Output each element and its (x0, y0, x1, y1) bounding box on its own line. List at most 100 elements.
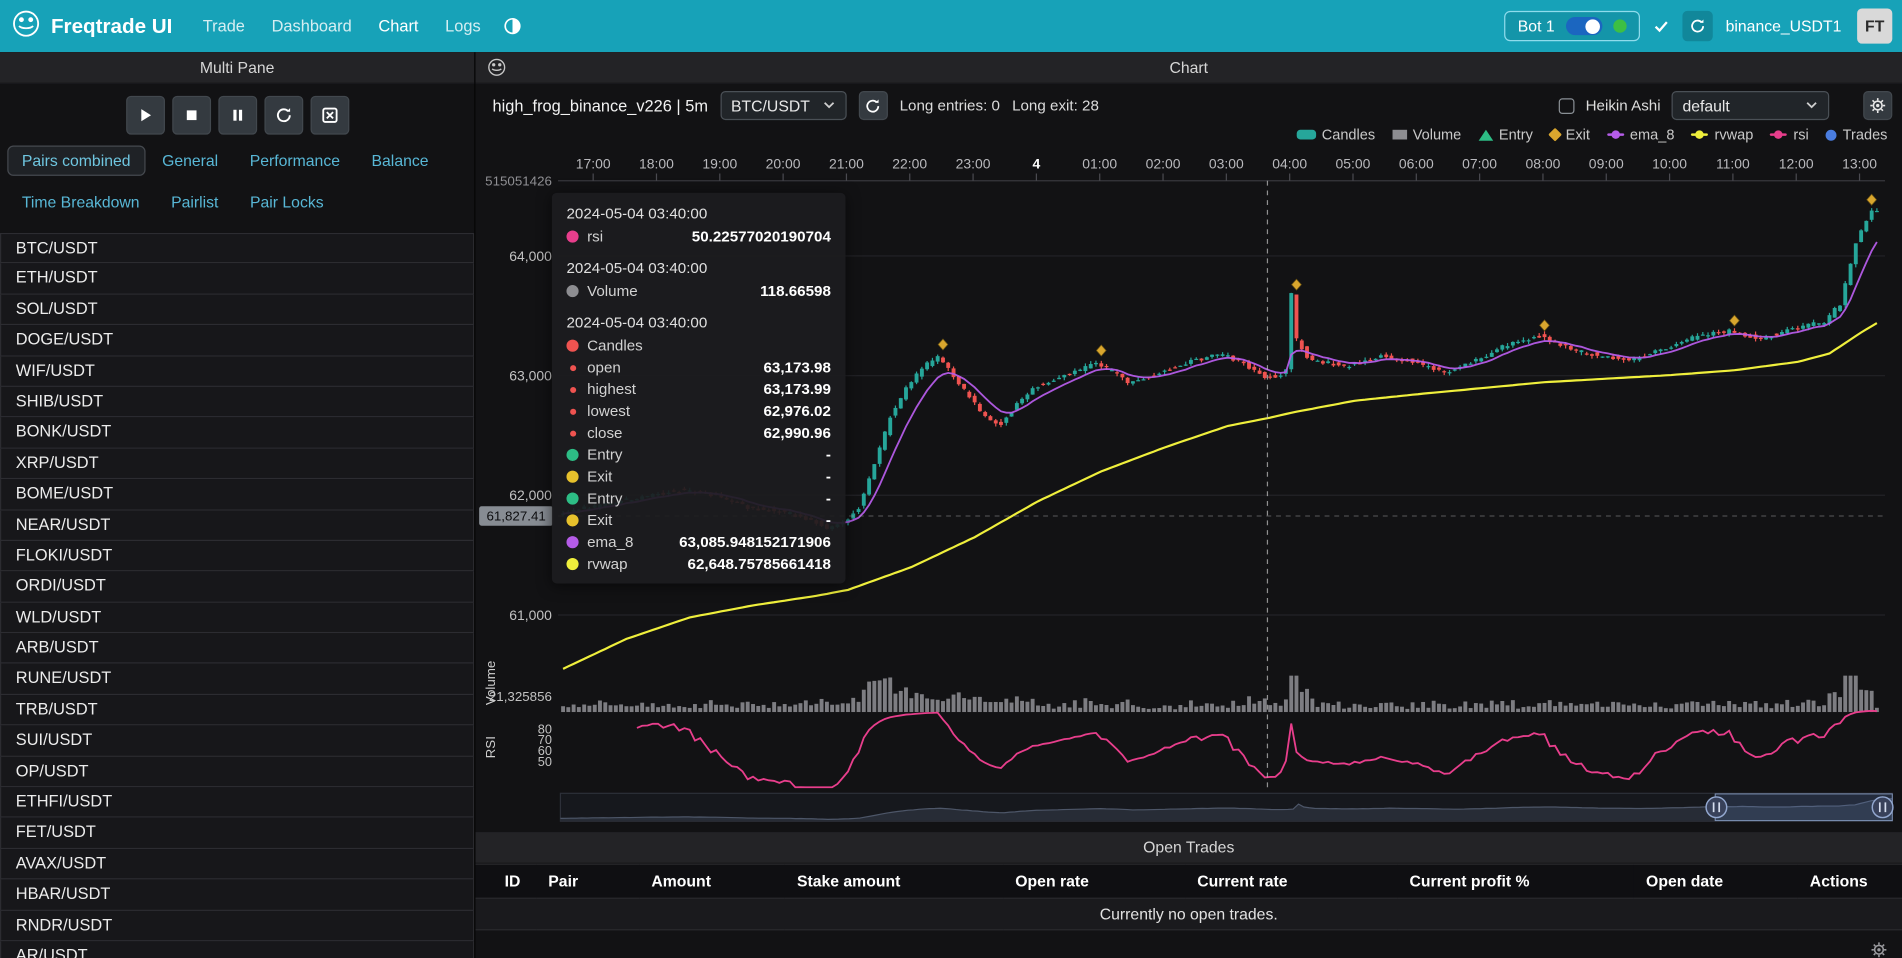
legend-item-candles[interactable]: Candles (1296, 126, 1375, 143)
tab-pairlist[interactable]: Pairlist (157, 187, 233, 217)
pair-item[interactable]: SOL/USDT (0, 294, 474, 325)
legend-item-trades[interactable]: Trades (1826, 126, 1888, 143)
bot-toggle[interactable] (1566, 17, 1602, 35)
tooltip-row: Exit- (566, 466, 830, 488)
refresh-chart-button[interactable] (858, 91, 887, 120)
legend-item-rsi[interactable]: rsi (1770, 126, 1808, 143)
pair-item[interactable]: XRP/USDT (0, 448, 474, 479)
tooltip-timestamp: 2024-05-04 03:40:00 (566, 205, 830, 222)
pair-item[interactable]: TRB/USDT (0, 695, 474, 726)
pair-item[interactable]: FLOKI/USDT (0, 541, 474, 572)
pause-button[interactable] (218, 96, 257, 135)
svg-text:61,827.41: 61,827.41 (486, 509, 545, 524)
pair-item[interactable]: WLD/USDT (0, 602, 474, 633)
long-exits-label: Long exit: 28 (1012, 97, 1099, 114)
pair-item[interactable]: BOME/USDT (0, 479, 474, 510)
pair-item[interactable]: ORDI/USDT (0, 572, 474, 603)
tab-performance[interactable]: Performance (235, 146, 354, 176)
ema_8-marker-icon (1607, 133, 1624, 135)
pair-item[interactable]: AR/USDT (0, 941, 474, 958)
play-button[interactable] (126, 96, 165, 135)
nav-link-trade[interactable]: Trade (189, 17, 258, 35)
tab-pairs-combined[interactable]: Pairs combined (7, 146, 145, 176)
pair-select[interactable]: BTC/USDT (720, 91, 846, 120)
pair-item[interactable]: BONK/USDT (0, 418, 474, 449)
pair-item[interactable]: RNDR/USDT (0, 910, 474, 941)
series-dot-icon (566, 514, 578, 526)
column-header-pair[interactable]: Pair (536, 864, 639, 898)
column-header-current-rate[interactable]: Current rate (1185, 864, 1397, 898)
pair-item[interactable]: AVAX/USDT (0, 849, 474, 880)
pair-item[interactable]: RUNE/USDT (0, 664, 474, 695)
tooltip-series-label: Exit (587, 512, 612, 529)
line-marker-dot (1775, 130, 1783, 138)
tooltip-series-label: Candles (587, 337, 643, 354)
pair-item[interactable]: SHIB/USDT (0, 387, 474, 418)
pair-item[interactable]: HBAR/USDT (0, 880, 474, 911)
pair-item[interactable]: ETH/USDT (0, 264, 474, 295)
svg-text:4: 4 (1033, 156, 1041, 172)
column-header-open-rate[interactable]: Open rate (1003, 864, 1185, 898)
reload-bot-data-button[interactable] (1682, 11, 1712, 41)
tooltip-series-label: Entry (587, 446, 622, 463)
cancel-open-orders-button[interactable] (310, 96, 349, 135)
bot-selector[interactable]: Bot 1 (1504, 11, 1639, 41)
reload-config-button[interactable] (264, 96, 303, 135)
tab-balance[interactable]: Balance (357, 146, 443, 176)
navbar-right: Bot 1 binance_USDT1 FT (1504, 8, 1892, 43)
column-header-amount[interactable]: Amount (639, 864, 785, 898)
pair-item[interactable]: DOGE/USDT (0, 325, 474, 356)
rvwap-marker-icon (1691, 133, 1708, 135)
tooltip-row: rvwap62,648.75785661418 (566, 553, 830, 575)
tooltip-series-value: 118.66598 (760, 283, 831, 300)
pair-item[interactable]: BTC/USDT (0, 233, 474, 264)
svg-text:22:00: 22:00 (892, 156, 927, 172)
column-header-current-profit-[interactable]: Current profit % (1397, 864, 1634, 898)
series-dot-icon (566, 449, 578, 461)
pair-item[interactable]: ARB/USDT (0, 633, 474, 664)
theme-toggle-icon[interactable] (494, 17, 532, 35)
stop-button[interactable] (172, 96, 211, 135)
pair-item[interactable]: NEAR/USDT (0, 510, 474, 541)
nav-link-logs[interactable]: Logs (432, 17, 494, 35)
nav-link-dashboard[interactable]: Dashboard (258, 17, 365, 35)
plot-settings-gear-button[interactable] (1863, 91, 1892, 120)
tooltip-row: rsi50.22577020190704 (566, 226, 830, 248)
tooltip-series-label: Volume (587, 283, 638, 300)
table-settings-gear-icon[interactable] (1870, 941, 1887, 958)
avatar[interactable]: FT (1857, 8, 1892, 43)
pair-item[interactable]: FET/USDT (0, 818, 474, 849)
tooltip-series-label: open (587, 359, 621, 376)
tab-time-breakdown[interactable]: Time Breakdown (7, 187, 154, 217)
svg-text:08:00: 08:00 (1526, 156, 1561, 172)
brand[interactable]: Freqtrade UI (12, 9, 172, 43)
svg-text:21,325856: 21,325856 (489, 689, 552, 704)
legend-item-exit[interactable]: Exit (1550, 126, 1590, 143)
legend-item-entry[interactable]: Entry (1478, 126, 1533, 143)
chart-frog-icon (488, 58, 506, 80)
legend-label: rsi (1793, 126, 1808, 143)
heikin-ashi-checkbox[interactable] (1559, 98, 1575, 114)
long-entries-label: Long entries: 0 (900, 97, 1000, 114)
tab-pair-locks[interactable]: Pair Locks (235, 187, 338, 217)
tooltip-series-label: close (587, 425, 622, 442)
pair-item[interactable]: SUI/USDT (0, 726, 474, 757)
pair-item[interactable]: OP/USDT (0, 756, 474, 787)
tab-general[interactable]: General (148, 146, 233, 176)
column-header-open-date[interactable]: Open date (1634, 864, 1798, 898)
column-header-id[interactable]: ID (475, 864, 536, 898)
plot-config-select[interactable]: default (1672, 91, 1830, 120)
legend-item-volume[interactable]: Volume (1392, 126, 1461, 143)
pair-item[interactable]: WIF/USDT (0, 356, 474, 387)
tooltip-series-value: 62,648.75785661418 (688, 556, 831, 573)
strategy-label: high_frog_binance_v226 | 5m (492, 96, 707, 114)
legend-item-ema_8[interactable]: ema_8 (1607, 126, 1675, 143)
tooltip-series-value: - (826, 490, 831, 507)
nav-link-chart[interactable]: Chart (365, 17, 432, 35)
column-header-actions[interactable]: Actions (1798, 864, 1902, 898)
svg-text:64,000: 64,000 (509, 248, 552, 264)
pair-item[interactable]: ETHFI/USDT (0, 787, 474, 818)
column-header-stake-amount[interactable]: Stake amount (785, 864, 1003, 898)
line-marker-dot (1611, 130, 1619, 138)
legend-item-rvwap[interactable]: rvwap (1691, 126, 1753, 143)
